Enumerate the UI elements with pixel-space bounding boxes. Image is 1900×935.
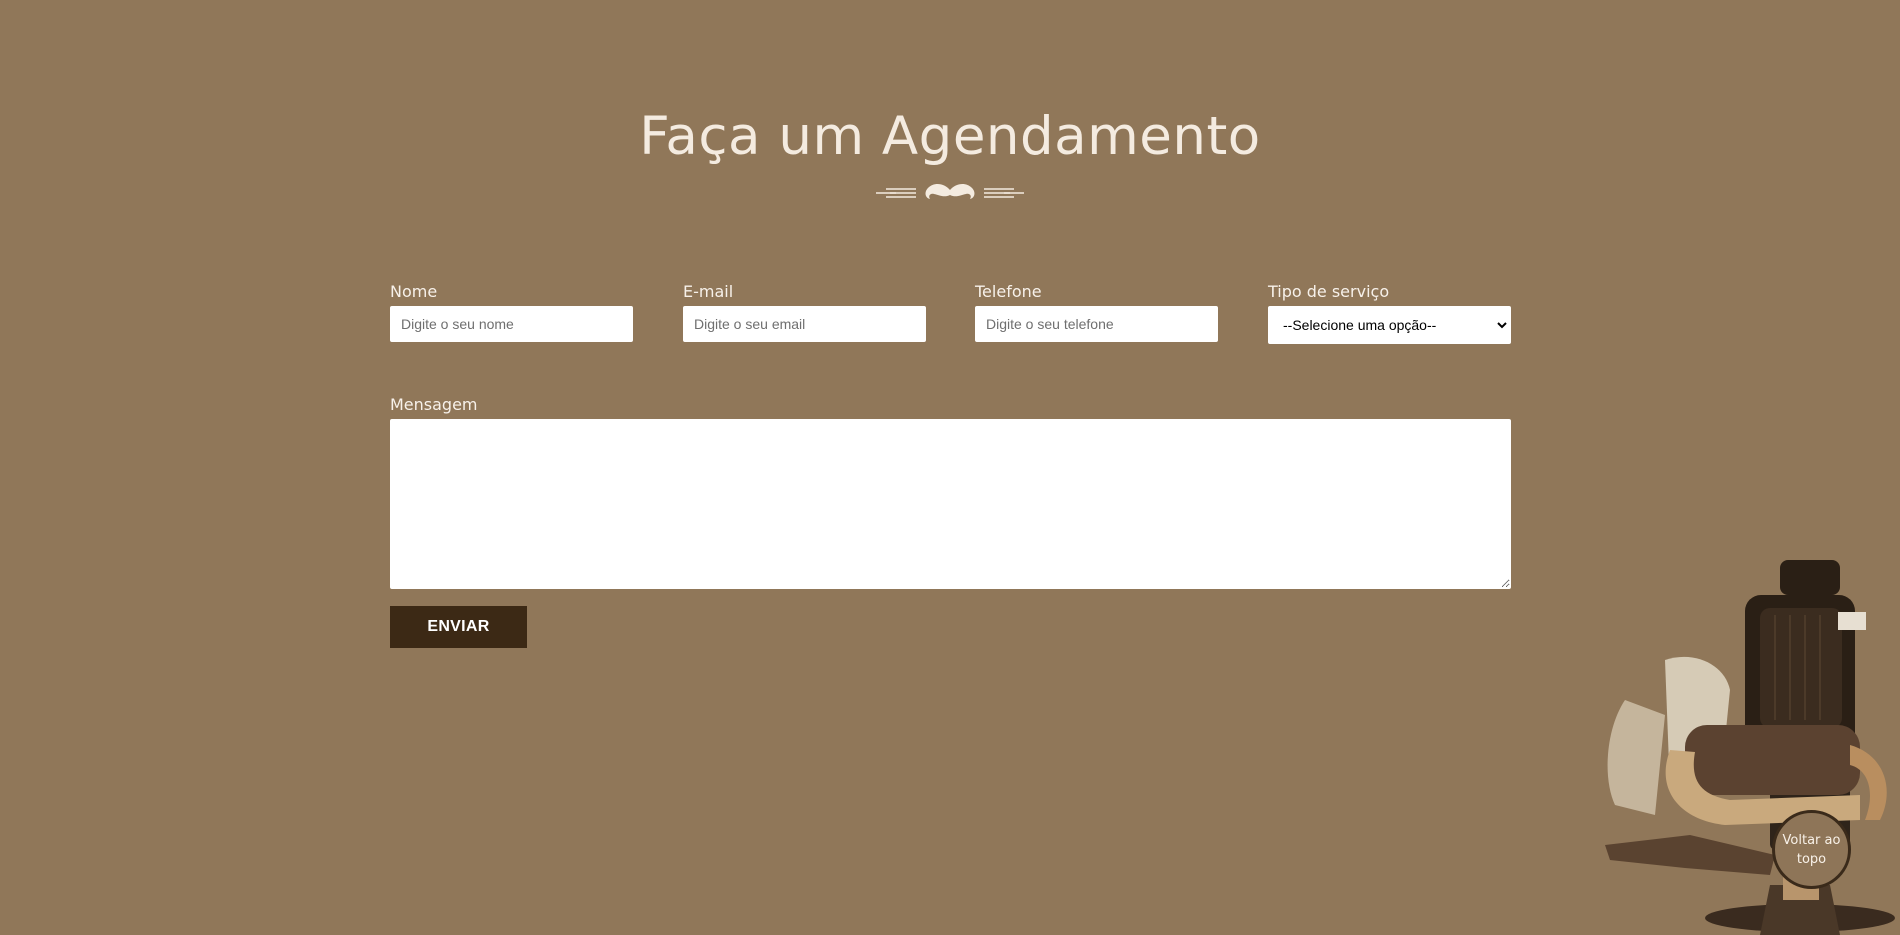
service-label: Tipo de serviço <box>1268 282 1390 301</box>
phone-label: Telefone <box>975 282 1042 301</box>
mustache-icon <box>876 184 1024 199</box>
email-label: E-mail <box>683 282 734 301</box>
phone-input[interactable] <box>975 306 1218 342</box>
back-to-top-label: Voltar ao topo <box>1782 832 1841 867</box>
message-label: Mensagem <box>390 395 478 414</box>
message-textarea[interactable] <box>390 419 1511 589</box>
page-title: Faça um Agendamento <box>639 106 1261 167</box>
name-input[interactable] <box>390 306 633 342</box>
service-select[interactable]: --Selecione uma opção-- <box>1268 306 1511 344</box>
back-to-top-button[interactable]: Voltar ao topo <box>1772 810 1851 889</box>
barber-chair-icon <box>1605 560 1895 935</box>
name-label: Nome <box>390 282 438 301</box>
email-input[interactable] <box>683 306 926 342</box>
send-button[interactable]: ENVIAR <box>390 606 527 648</box>
